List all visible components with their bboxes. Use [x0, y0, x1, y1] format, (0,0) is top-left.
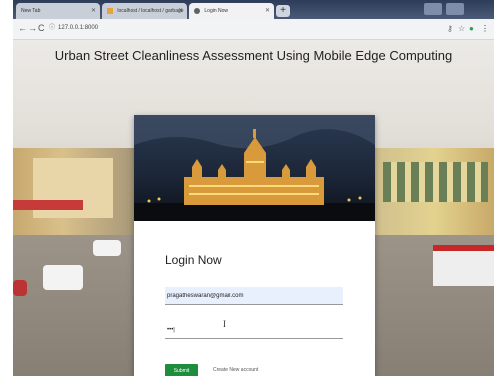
menu-icon[interactable]: ⋮	[481, 24, 489, 33]
extension-icon[interactable]: ●	[469, 24, 474, 33]
new-tab-button[interactable]: +	[276, 5, 290, 17]
info-icon[interactable]: ⓘ	[49, 25, 55, 31]
phpmyadmin-icon	[107, 7, 113, 14]
password-field[interactable]	[165, 321, 343, 339]
tab-label: localhost / localhost / garbage	[117, 8, 184, 14]
text-cursor-icon: I	[223, 319, 226, 329]
login-heading: Login Now	[165, 253, 222, 267]
window-controls	[424, 2, 490, 33]
email-field[interactable]	[165, 287, 343, 305]
background-bus	[433, 245, 494, 286]
login-card: Login Now I Submit Create New account	[134, 115, 375, 376]
tab-localhost[interactable]: localhost / localhost / garbage ✕	[102, 3, 187, 19]
page-title: Urban Street Cleanliness Assessment Usin…	[54, 48, 453, 63]
submit-button[interactable]: Submit	[165, 364, 198, 376]
url-field[interactable]: ⓘ 127.0.0.1:8000	[49, 23, 98, 34]
palace-illustration	[134, 115, 375, 221]
reload-icon[interactable]: C	[38, 23, 45, 33]
forward-icon[interactable]: →	[28, 23, 37, 33]
browser-window: New Tab ✕ localhost / localhost / garbag…	[13, 0, 494, 376]
maximize-button[interactable]	[446, 3, 465, 15]
register-link[interactable]: Create New account	[213, 367, 258, 373]
tab-login-now[interactable]: Login Now ✕	[189, 3, 274, 19]
page-content: Urban Street Cleanliness Assessment Usin…	[13, 40, 494, 376]
tab-bar: New Tab ✕ localhost / localhost / garbag…	[13, 0, 494, 33]
background-shop-sign	[13, 200, 83, 210]
tab-label: Login Now	[204, 8, 229, 14]
background-car	[43, 265, 83, 290]
close-icon[interactable]: ✕	[178, 3, 183, 19]
minimize-button[interactable]	[424, 3, 442, 15]
close-icon[interactable]: ✕	[91, 3, 96, 19]
palace-hero-image	[134, 115, 375, 221]
background-building-right-windows	[383, 162, 488, 202]
key-icon[interactable]: ⚷	[447, 24, 453, 33]
tab-new-tab[interactable]: New Tab ✕	[16, 3, 100, 19]
address-bar: ← → C ⓘ 127.0.0.1:8000 ⚷ ☆ ● ⋮	[13, 19, 494, 40]
back-icon[interactable]: ←	[18, 23, 27, 33]
tab-label: New Tab	[21, 8, 41, 14]
globe-icon	[194, 7, 200, 14]
url-text: 127.0.0.1:8000	[58, 25, 99, 31]
star-icon[interactable]: ☆	[458, 24, 465, 33]
close-icon[interactable]: ✕	[265, 3, 270, 19]
background-car	[93, 240, 121, 256]
background-car	[13, 280, 27, 296]
